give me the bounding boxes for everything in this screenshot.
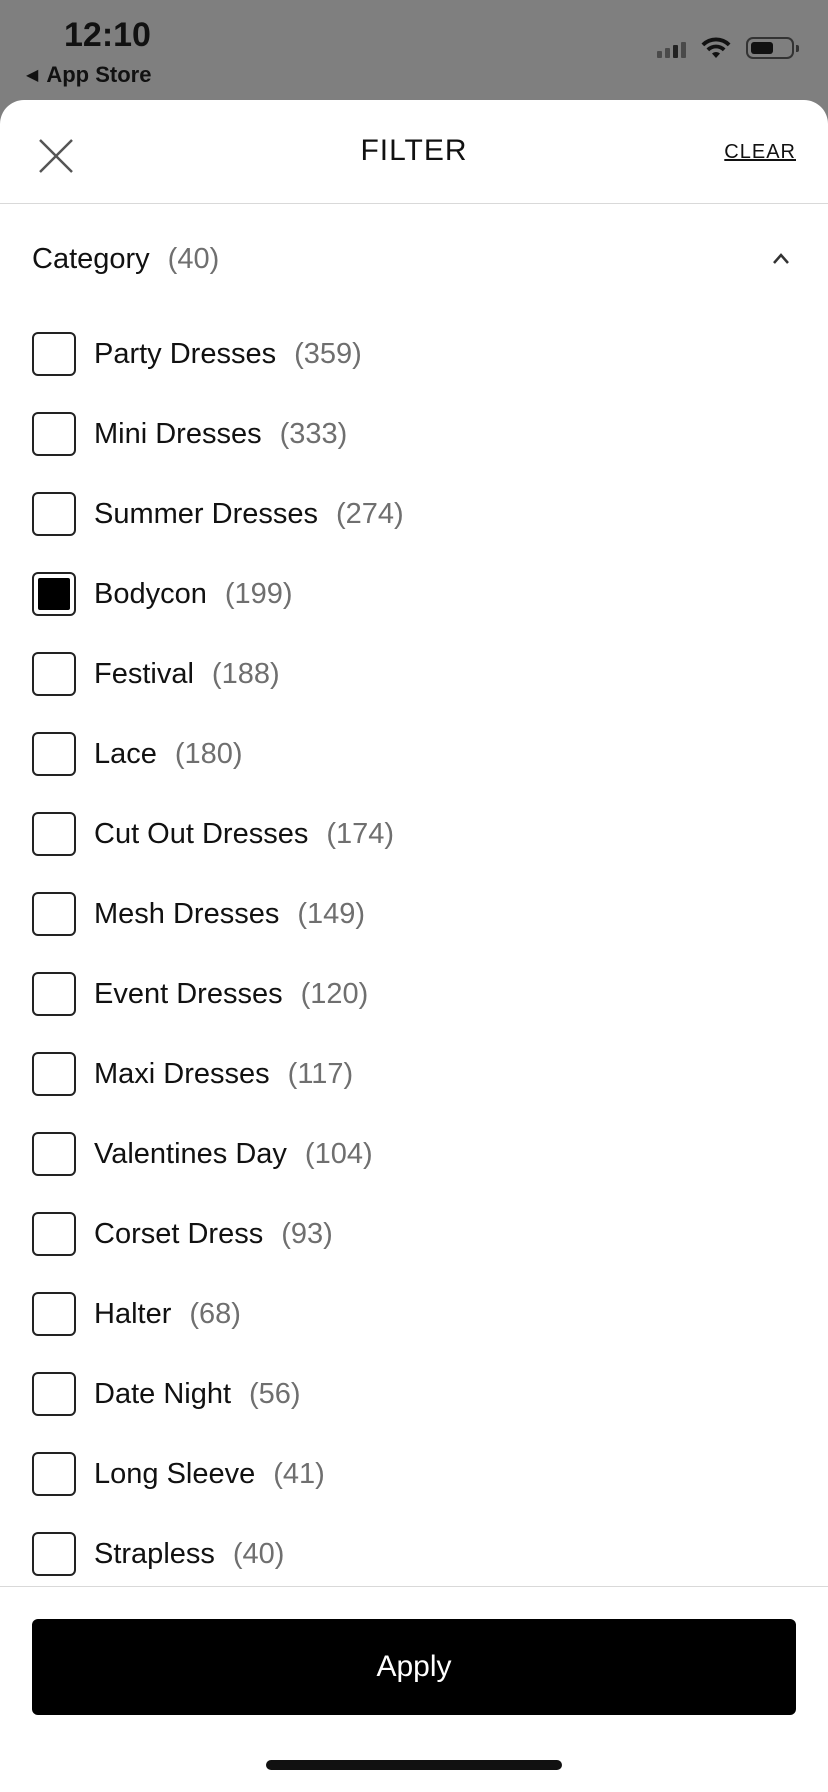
filter-option[interactable]: Strapless (40) [32,1514,828,1594]
filter-option[interactable]: Valentines Day (104) [32,1114,828,1194]
filter-option[interactable]: Lace (180) [32,714,828,794]
category-options-list: Party Dresses (359) Mini Dresses (333) S… [0,314,828,1594]
option-label: Event Dresses [94,977,283,1010]
filter-header: FILTER CLEAR [0,100,828,204]
filter-option[interactable]: Summer Dresses (274) [32,474,828,554]
option-count: (68) [189,1297,241,1330]
filter-option[interactable]: Party Dresses (359) [32,314,828,394]
option-count: (199) [224,577,293,610]
option-label: Festival [94,657,194,690]
option-label: Bodycon [94,577,207,610]
home-indicator [266,1760,562,1770]
filter-option[interactable]: Bodycon (199) [32,554,828,634]
signal-icon [657,38,686,58]
option-count: (56) [249,1377,301,1410]
checkbox[interactable] [32,1532,76,1576]
section-title: Category [32,242,150,275]
page-title: FILTER [360,134,468,167]
checkbox[interactable] [32,1132,76,1176]
status-time: 12:10 [64,16,151,54]
status-bar: 12:10 ◀ App Store [0,0,828,100]
option-count: (120) [300,977,369,1010]
filter-option[interactable]: Event Dresses (120) [32,954,828,1034]
checkbox[interactable] [32,892,76,936]
filter-option[interactable]: Cut Out Dresses (174) [32,794,828,874]
option-count: (93) [281,1217,333,1250]
option-label: Halter [94,1297,172,1330]
clear-button[interactable]: CLEAR [724,141,796,164]
back-label: App Store [46,62,152,87]
filter-footer: Apply [0,1586,828,1792]
category-section-header[interactable]: Category (40) [0,204,828,314]
checkbox[interactable] [32,652,76,696]
checkbox[interactable] [32,812,76,856]
status-icons [657,36,799,60]
option-count: (174) [326,817,395,850]
option-label: Summer Dresses [94,497,318,530]
checkbox[interactable] [32,492,76,536]
option-label: Lace [94,737,157,770]
chevron-up-icon [773,253,789,264]
option-label: Mesh Dresses [94,897,280,930]
checkbox[interactable] [32,1052,76,1096]
option-label: Maxi Dresses [94,1057,270,1090]
filter-option[interactable]: Long Sleeve (41) [32,1434,828,1514]
checkbox[interactable] [32,572,76,616]
checkbox[interactable] [32,332,76,376]
option-count: (104) [304,1137,373,1170]
checkbox[interactable] [32,972,76,1016]
checkbox[interactable] [32,1212,76,1256]
option-count: (274) [336,497,404,530]
option-count: (188) [211,657,280,690]
filter-option[interactable]: Date Night (56) [32,1354,828,1434]
checkbox[interactable] [32,1292,76,1336]
apply-button[interactable]: Apply [32,1619,796,1715]
section-count: (40) [167,242,220,275]
option-count: (333) [279,417,348,450]
checkbox[interactable] [32,1452,76,1496]
back-arrow-icon: ◀ [26,67,39,84]
filter-option[interactable]: Festival (188) [32,634,828,714]
option-label: Cut Out Dresses [94,817,309,850]
filter-option[interactable]: Mini Dresses (333) [32,394,828,474]
option-count: (40) [232,1537,285,1570]
option-count: (117) [287,1057,354,1090]
option-label: Mini Dresses [94,417,262,450]
option-label: Strapless [94,1537,215,1570]
wifi-icon [701,37,731,58]
back-to-app-store[interactable]: ◀ App Store [26,62,151,88]
checkbox[interactable] [32,1372,76,1416]
checkbox[interactable] [32,732,76,776]
filter-option[interactable]: Maxi Dresses (117) [32,1034,828,1114]
option-count: (149) [297,897,366,930]
option-label: Date Night [94,1377,232,1410]
checkbox[interactable] [32,412,76,456]
filter-option[interactable]: Corset Dress (93) [32,1194,828,1274]
option-label: Valentines Day [94,1137,287,1170]
filter-option[interactable]: Halter (68) [32,1274,828,1354]
option-count: (180) [174,737,243,770]
option-count: (41) [273,1457,325,1490]
battery-icon [746,37,799,59]
filter-option[interactable]: Mesh Dresses (149) [32,874,828,954]
option-count: (359) [294,337,362,370]
option-label: Party Dresses [94,337,277,370]
option-label: Corset Dress [94,1217,264,1250]
filter-sheet: FILTER CLEAR Category (40) Party Dresses… [0,100,828,1792]
option-label: Long Sleeve [94,1457,256,1490]
